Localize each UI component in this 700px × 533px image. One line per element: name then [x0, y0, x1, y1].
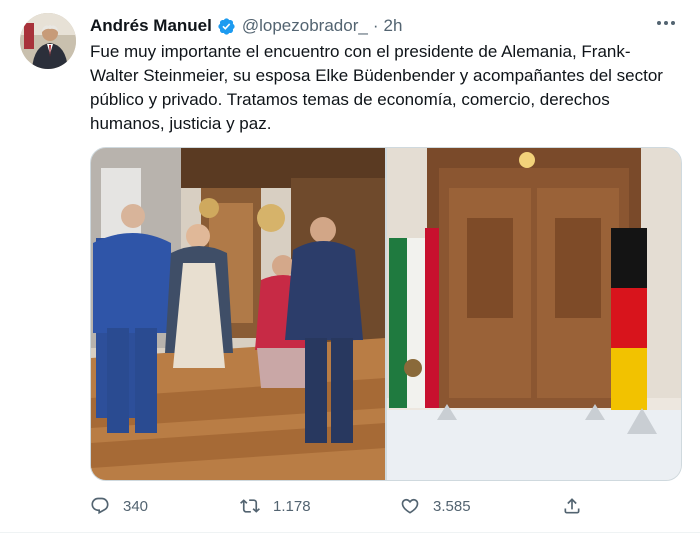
tweet-actions: 340 1.178 3.585 — [90, 492, 590, 520]
reply-count: 340 — [123, 497, 149, 515]
author-name[interactable]: Andrés Manuel — [90, 16, 212, 36]
share-icon — [564, 498, 580, 514]
photo-meeting-hallway[interactable] — [91, 148, 385, 480]
tweet-timestamp[interactable]: 2h — [383, 16, 402, 36]
tweet-text: Fue muy importante el encuentro con el p… — [90, 42, 663, 133]
tweet-header: Andrés Manuel @lopezobrador_ · 2h — [90, 14, 680, 38]
header-separator: · — [372, 16, 379, 35]
author-avatar[interactable] — [20, 13, 76, 69]
photo-meeting-room-flags[interactable] — [387, 148, 681, 480]
like-count: 3.585 — [433, 497, 471, 515]
heart-icon — [401, 498, 419, 514]
tweet-card[interactable]: Andrés Manuel @lopezobrador_ · 2h Fue mu… — [0, 0, 700, 533]
verified-badge-icon — [217, 17, 236, 36]
reply-icon — [91, 497, 109, 515]
author-handle[interactable]: @lopezobrador_ — [242, 16, 368, 36]
more-options-icon[interactable] — [654, 11, 678, 35]
tweet-media — [90, 147, 682, 481]
share-button[interactable] — [562, 496, 582, 516]
reply-button[interactable]: 340 — [90, 496, 148, 516]
retweet-button[interactable]: 1.178 — [240, 496, 311, 516]
like-button[interactable]: 3.585 — [400, 496, 471, 516]
retweet-icon — [240, 499, 260, 513]
retweet-count: 1.178 — [273, 497, 311, 515]
